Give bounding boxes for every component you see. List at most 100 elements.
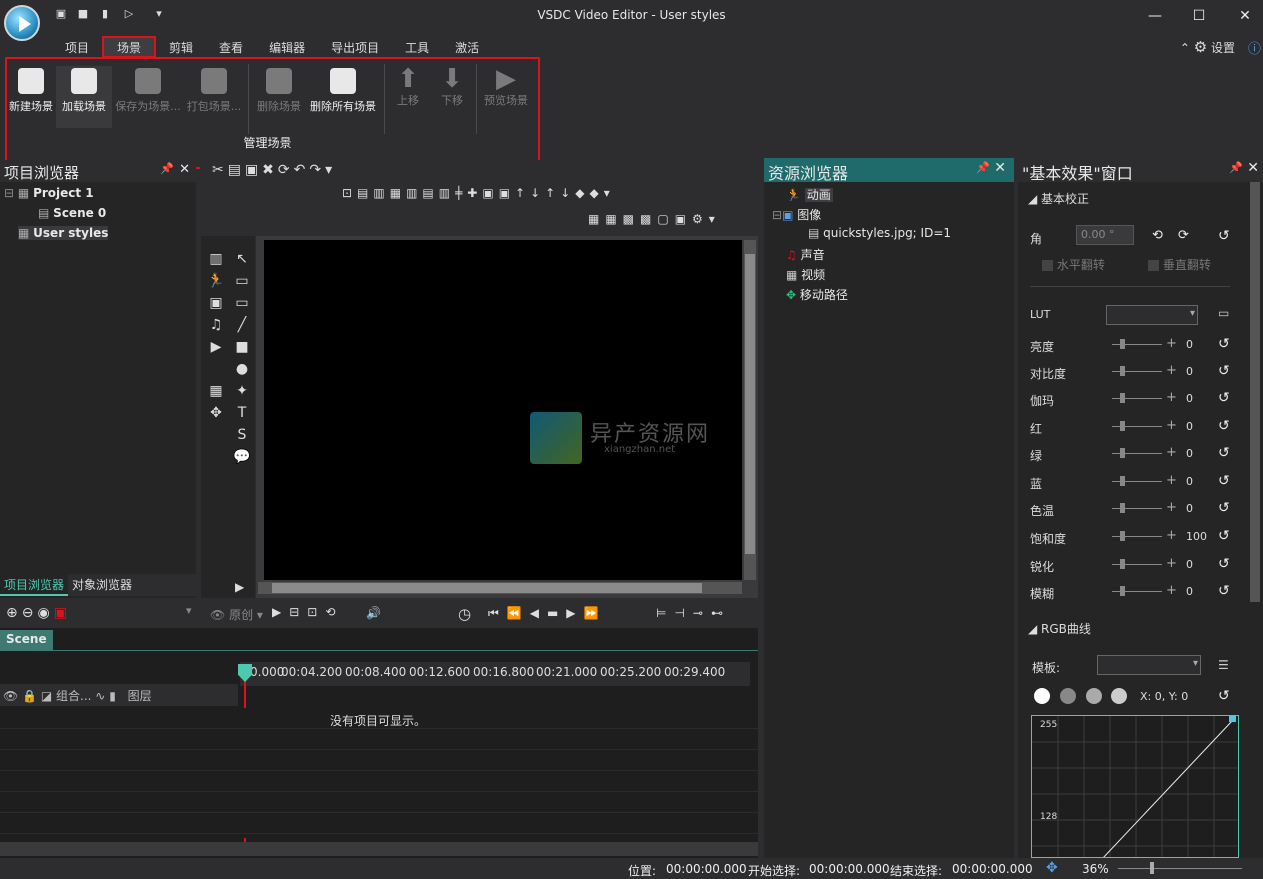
zoom-slider[interactable] <box>1118 868 1242 869</box>
resource-audio[interactable]: ♫ 声音 <box>786 246 825 263</box>
gamma-row[interactable]: 伽玛 0 ↺ <box>1030 390 1250 409</box>
menu-scene[interactable]: 场景 <box>102 36 157 58</box>
timeline-ruler[interactable]: 0.000 00:04.200 00:08.400 00:12.600 00:1… <box>240 662 750 686</box>
blue-row[interactable]: 蓝 0 ↺ <box>1030 473 1250 492</box>
maximize-button[interactable]: ☐ <box>1184 6 1214 26</box>
angle-input[interactable]: 0.00 ° <box>1076 225 1134 245</box>
edit-tools[interactable]: ✂▤▣✖⟳↶↷▾ <box>212 162 336 178</box>
resource-image[interactable]: ⊟▣ 图像 <box>772 206 821 223</box>
reset-icon[interactable]: ↺ <box>1218 500 1230 516</box>
lut-select[interactable]: ▾ <box>1106 305 1198 325</box>
rgb-curve-graph[interactable]: 255 128 <box>1031 715 1239 858</box>
menu-tools[interactable]: 工具 <box>392 36 442 58</box>
sharpen-row[interactable]: 锐化 0 ↺ <box>1030 556 1250 575</box>
brightness-row[interactable]: 亮度 0 ↺ <box>1030 336 1250 355</box>
pin-icon[interactable]: 📌 <box>160 162 174 175</box>
blue-slider[interactable] <box>1112 473 1177 488</box>
rotate-right-icon[interactable]: ⟳ <box>1178 228 1189 243</box>
toolbar-dropdown-icon[interactable]: ▾ <box>186 604 192 617</box>
red-slider[interactable] <box>1112 418 1177 433</box>
menu-activate[interactable]: 激活 <box>442 36 492 58</box>
gamma-slider[interactable] <box>1112 390 1177 405</box>
reset-icon[interactable]: ↺ <box>1218 445 1230 461</box>
minimize-button[interactable]: — <box>1140 6 1170 26</box>
contrast-slider[interactable] <box>1112 363 1177 378</box>
close-button[interactable]: ✕ <box>1230 6 1260 26</box>
temperature-slider[interactable] <box>1112 500 1177 515</box>
split-tools[interactable]: ⊨⊣⊸⊷ <box>656 606 731 620</box>
settings-button[interactable]: ⌃ ⚙ 设置 <box>1180 38 1235 56</box>
menu-project[interactable]: 项目 <box>52 36 102 58</box>
preview-hscroll[interactable] <box>258 582 742 594</box>
scene-tab[interactable]: Scene <box>0 630 53 650</box>
section-rgb-curves[interactable]: ◢ RGB曲线 <box>1028 620 1091 637</box>
resource-video[interactable]: ▦ 视频 <box>786 266 825 283</box>
pin-icon[interactable]: 📌 <box>976 161 990 174</box>
reset-icon[interactable]: ↺ <box>1218 583 1230 599</box>
tab-project-explorer[interactable]: 项目浏览器 <box>0 574 69 596</box>
red-row[interactable]: 红 0 ↺ <box>1030 418 1250 437</box>
reset-angle-icon[interactable]: ↺ <box>1218 228 1230 244</box>
brightness-slider[interactable] <box>1112 336 1177 351</box>
volume-icon[interactable]: 🔊 <box>366 606 381 620</box>
blur-row[interactable]: 模糊 0 ↺ <box>1030 583 1250 602</box>
zoom-slider-thumb[interactable] <box>1150 862 1154 874</box>
saturation-row[interactable]: 饱和度 100 ↺ <box>1030 528 1250 547</box>
insert-tools[interactable]: ▥ 🏃 ▣ ♫ ▶ ▦ ✥ <box>205 248 227 424</box>
reset-icon[interactable]: ↺ <box>1218 390 1230 406</box>
menu-editor[interactable]: 编辑器 <box>256 36 318 58</box>
draw-tools[interactable]: ↖ ▭ ▭ ╱ ■ ● ✦ T S 💬 <box>231 248 253 468</box>
curve-white-channel[interactable] <box>1034 688 1050 704</box>
blend-icon[interactable]: ◪ <box>41 689 52 703</box>
sharpen-slider[interactable] <box>1112 556 1177 571</box>
tab-object-explorer[interactable]: 对象浏览器 <box>68 574 136 596</box>
tree-item-user-styles[interactable]: ▦ User styles <box>18 226 109 240</box>
reset-icon[interactable]: ↺ <box>1218 336 1230 352</box>
folder-icon[interactable]: ▭ <box>1218 306 1229 320</box>
green-slider[interactable] <box>1112 445 1177 460</box>
preview-mode[interactable]: 👁 原创 ▾ <box>210 606 263 623</box>
fit-view-icon[interactable]: ✥ <box>1046 860 1058 876</box>
collapse-icon[interactable]: ⌃ <box>1180 41 1190 55</box>
curve-blue-channel[interactable] <box>1111 688 1127 704</box>
play-controls[interactable]: ▶⊟⊡⟲ <box>272 605 343 619</box>
section-basic-correction[interactable]: ◢ 基本校正 <box>1028 190 1089 207</box>
reset-curve-icon[interactable]: ↺ <box>1218 688 1230 704</box>
close-icon[interactable]: ✕ <box>994 160 1006 176</box>
timeline-tools[interactable]: ⊕⊖◉▣ <box>6 605 71 621</box>
tree-item-project[interactable]: ⊟ ▦ Project 1 <box>4 186 94 200</box>
video-preview[interactable]: 异产资源网 xiangzhan.net <box>264 240 742 580</box>
tree-item-scene[interactable]: ▤ Scene 0 <box>38 206 106 220</box>
reset-icon[interactable]: ↺ <box>1218 418 1230 434</box>
menu-view[interactable]: 查看 <box>206 36 256 58</box>
saturation-slider[interactable] <box>1112 528 1177 543</box>
menu-edit[interactable]: 剪辑 <box>156 36 206 58</box>
reset-icon[interactable]: ↺ <box>1218 528 1230 544</box>
flip-vertical-checkbox[interactable]: 垂直翻转 <box>1148 256 1211 273</box>
close-icon[interactable]: ✕ <box>179 162 190 177</box>
align-tools[interactable]: ⊡▤▥▦▥▤▥╪✚▣▣↑↓↑↓◆◆▾ <box>342 186 615 200</box>
info-icon[interactable]: ⓘ <box>1248 38 1261 57</box>
blur-slider[interactable] <box>1112 583 1177 598</box>
transport-controls[interactable]: ⏮⏪◀▬▶⏩ <box>488 606 606 621</box>
curve-line[interactable] <box>1102 719 1234 858</box>
clock-icon[interactable]: ◷ <box>458 605 471 623</box>
flip-horizontal-checkbox[interactable]: 水平翻转 <box>1042 256 1105 273</box>
curve-green-channel[interactable] <box>1086 688 1102 704</box>
lock-icon[interactable]: 🔒 <box>22 689 37 703</box>
curve-point[interactable] <box>1229 716 1236 722</box>
template-select[interactable]: ▾ <box>1097 655 1201 675</box>
pin-icon[interactable]: 📌 <box>1229 161 1243 174</box>
rotate-left-icon[interactable]: ⟲ <box>1152 228 1163 243</box>
temperature-row[interactable]: 色温 0 ↺ <box>1030 500 1250 519</box>
reset-icon[interactable]: ↺ <box>1218 473 1230 489</box>
resource-animation[interactable]: 🏃 动画 <box>786 186 833 203</box>
reset-icon[interactable]: ↺ <box>1218 556 1230 572</box>
visibility-icon[interactable]: 👁 <box>3 689 18 703</box>
green-row[interactable]: 绿 0 ↺ <box>1030 445 1250 464</box>
effects-scrollbar[interactable] <box>1250 182 1260 602</box>
resource-image-file[interactable]: ▤ quickstyles.jpg; ID=1 <box>808 226 951 240</box>
preview-vscroll[interactable] <box>744 240 756 580</box>
grid-tools[interactable]: ▦▦▩▩▢▣⚙▾ <box>588 212 721 226</box>
contrast-row[interactable]: 对比度 0 ↺ <box>1030 363 1250 382</box>
